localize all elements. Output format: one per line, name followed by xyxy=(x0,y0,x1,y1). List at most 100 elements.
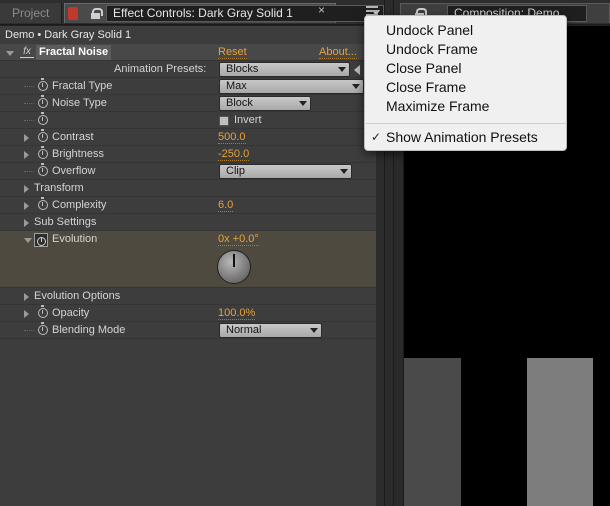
menu-item-label: Show Animation Presets xyxy=(386,129,538,145)
close-tab-icon[interactable]: × xyxy=(318,4,325,16)
complexity-row: Complexity 6.0 xyxy=(0,197,384,214)
tree-connector xyxy=(24,86,34,87)
disclosure-triangle-icon[interactable] xyxy=(6,51,14,56)
fractal-type-row: Fractal Type Max xyxy=(0,78,384,95)
fractal-type-dropdown[interactable]: Max xyxy=(219,79,364,94)
opacity-row: Opacity 100.0% xyxy=(0,305,384,322)
contrast-label: Contrast xyxy=(52,131,94,143)
noise-type-value: Block xyxy=(226,97,253,109)
about-link[interactable]: About... xyxy=(319,46,357,59)
animation-presets-row: Animation Presets: Blocks xyxy=(0,61,384,78)
contrast-value[interactable]: 500.0 xyxy=(218,131,246,144)
chevron-down-icon xyxy=(340,169,348,174)
opacity-label: Opacity xyxy=(52,307,90,319)
disclosure-triangle-icon[interactable] xyxy=(24,293,29,301)
opacity-value[interactable]: 100.0% xyxy=(218,307,256,320)
checkmark-icon: ✓ xyxy=(371,130,382,144)
animation-presets-dropdown[interactable]: Blocks xyxy=(219,62,350,77)
chevron-down-icon xyxy=(338,67,346,72)
evolution-options-label[interactable]: Evolution Options xyxy=(34,288,120,305)
overflow-row: Overflow Clip xyxy=(0,163,384,180)
overflow-label: Overflow xyxy=(52,165,96,177)
stopwatch-icon[interactable] xyxy=(38,163,48,176)
effect-controls-tab-label: Effect Controls: Dark Gray Solid 1 xyxy=(113,6,293,20)
menu-item-undock-frame[interactable]: Undock Frame xyxy=(365,40,568,59)
chevron-down-icon xyxy=(299,101,307,106)
invert-checkbox[interactable] xyxy=(219,116,229,126)
fx-icon[interactable]: fx xyxy=(20,46,34,58)
contrast-row: Contrast 500.0 xyxy=(0,129,384,146)
breadcrumb: Demo • Dark Gray Solid 1 xyxy=(5,29,132,41)
fractal-type-value: Max xyxy=(226,80,247,92)
tree-connector xyxy=(24,171,34,172)
disclosure-triangle-icon[interactable] xyxy=(24,310,29,318)
fractal-type-label: Fractal Type xyxy=(52,80,113,92)
chevron-down-icon xyxy=(352,84,360,89)
menu-item-close-panel[interactable]: Close Panel xyxy=(365,59,568,78)
blending-mode-row: Blending Mode Normal xyxy=(0,322,384,339)
disclosure-triangle-icon[interactable] xyxy=(24,185,29,193)
menu-item-close-frame[interactable]: Close Frame xyxy=(365,78,568,97)
apply-preset-arrow-icon[interactable] xyxy=(354,65,360,75)
evolution-options-row: Evolution Options xyxy=(0,288,384,305)
disclosure-triangle-icon[interactable] xyxy=(24,202,29,210)
effect-controls-panel: Demo • Dark Gray Solid 1 fx Fractal Nois… xyxy=(0,26,384,506)
tree-connector xyxy=(24,103,34,104)
animation-presets-value: Blocks xyxy=(226,63,259,75)
tab-project[interactable]: Project xyxy=(0,3,62,23)
stopwatch-icon[interactable] xyxy=(38,146,48,159)
lock-icon[interactable] xyxy=(91,8,103,19)
disclosure-triangle-icon[interactable] xyxy=(24,219,29,227)
tree-connector xyxy=(24,330,34,331)
transform-row: Transform xyxy=(0,180,384,197)
sub-settings-row: Sub Settings xyxy=(0,214,384,231)
effect-name[interactable]: Fractal Noise xyxy=(36,45,112,60)
noise-block-dark xyxy=(404,358,461,506)
effect-parameter-list: fx Fractal Noise Reset About... Animatio… xyxy=(0,44,384,339)
sub-settings-label[interactable]: Sub Settings xyxy=(34,214,96,231)
stopwatch-icon[interactable] xyxy=(38,305,48,318)
effect-controls-layer-select[interactable]: Effect Controls: Dark Gray Solid 1 xyxy=(106,5,384,22)
disclosure-triangle-icon[interactable] xyxy=(24,151,29,159)
noise-block-light xyxy=(527,358,593,506)
disclosure-triangle-icon[interactable] xyxy=(24,238,32,243)
blending-mode-dropdown[interactable]: Normal xyxy=(219,323,322,338)
evolution-value[interactable]: 0x +0.0° xyxy=(218,233,259,246)
stopwatch-icon[interactable] xyxy=(38,78,48,91)
complexity-label: Complexity xyxy=(52,199,107,211)
panel-context-menu: Undock Panel Undock Frame Close Panel Cl… xyxy=(364,15,567,151)
complexity-value[interactable]: 6.0 xyxy=(218,199,234,212)
evolution-label: Evolution xyxy=(52,233,98,245)
invert-label: Invert xyxy=(234,114,262,126)
invert-row: Invert xyxy=(0,112,384,129)
stopwatch-active-icon[interactable] xyxy=(34,233,48,247)
transform-label[interactable]: Transform xyxy=(34,180,84,197)
brightness-value[interactable]: -250.0 xyxy=(218,148,250,161)
overflow-dropdown[interactable]: Clip xyxy=(219,164,352,179)
menu-item-undock-panel[interactable]: Undock Panel xyxy=(365,21,568,40)
menu-item-maximize-frame[interactable]: Maximize Frame xyxy=(365,97,568,116)
tab-close-box-icon[interactable] xyxy=(68,7,78,20)
stopwatch-icon[interactable] xyxy=(38,129,48,142)
stopwatch-icon[interactable] xyxy=(38,95,48,108)
reset-link[interactable]: Reset xyxy=(218,46,247,59)
blending-mode-value: Normal xyxy=(226,324,262,336)
effect-header-row: fx Fractal Noise Reset About... xyxy=(0,44,384,61)
blending-mode-label: Blending Mode xyxy=(52,324,126,336)
tab-effect-controls[interactable]: Effect Controls: Dark Gray Solid 1 xyxy=(64,3,384,23)
noise-type-row: Noise Type Block xyxy=(0,95,384,112)
stopwatch-icon[interactable] xyxy=(38,112,48,125)
disclosure-triangle-icon[interactable] xyxy=(24,134,29,142)
stopwatch-icon[interactable] xyxy=(38,197,48,210)
tree-connector xyxy=(24,120,34,121)
animation-presets-label: Animation Presets: xyxy=(114,63,207,75)
menu-separator xyxy=(366,123,566,124)
noise-type-label: Noise Type xyxy=(52,97,107,109)
evolution-angle-dial[interactable] xyxy=(217,250,251,284)
noise-type-dropdown[interactable]: Block xyxy=(219,96,311,111)
stopwatch-icon[interactable] xyxy=(38,322,48,335)
evolution-row: Evolution 0x +0.0° xyxy=(0,231,384,288)
brightness-row: Brightness -250.0 xyxy=(0,146,384,163)
chevron-down-icon xyxy=(310,328,318,333)
menu-item-show-animation-presets[interactable]: ✓ Show Animation Presets xyxy=(365,128,568,147)
